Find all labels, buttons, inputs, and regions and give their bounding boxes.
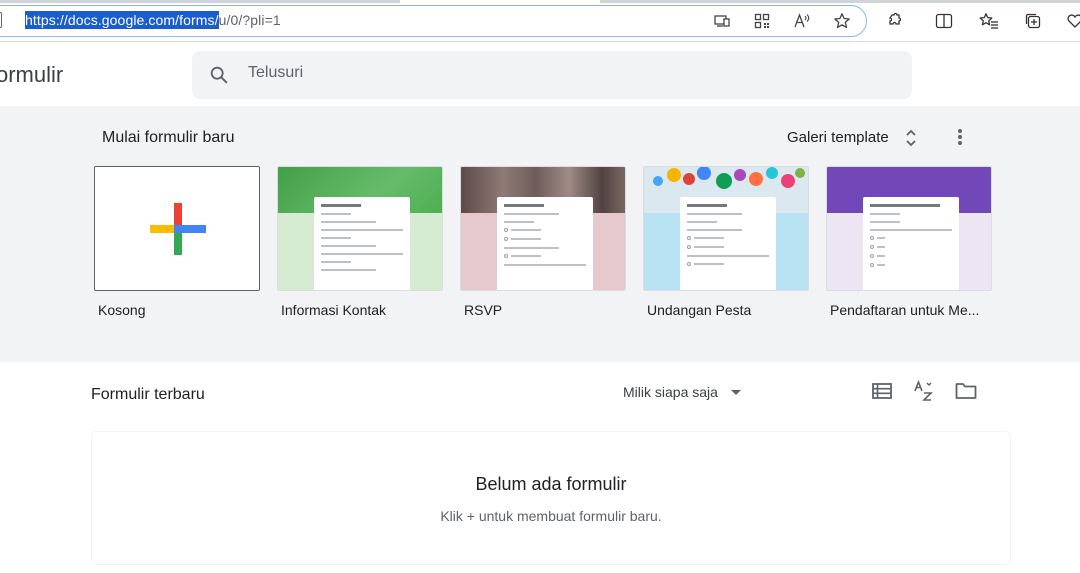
template-preview xyxy=(497,197,593,290)
search-input[interactable] xyxy=(248,64,848,82)
dropdown-arrow-icon[interactable] xyxy=(731,390,741,395)
recent-forms-title: Formulir terbaru xyxy=(91,386,205,403)
owner-filter-dropdown[interactable]: Milik siapa saja xyxy=(623,384,718,400)
template-label-contact-info[interactable]: Informasi Kontak xyxy=(281,302,386,318)
app-header: ormulir xyxy=(0,42,1080,106)
browser-toolbar: https://docs.google.com/forms/u/0/?pli=1 xyxy=(0,0,1080,42)
template-preview xyxy=(680,197,776,290)
empty-state-subtitle: Klik + untuk membuat formulir baru. xyxy=(440,508,662,524)
folder-icon[interactable] xyxy=(954,380,978,402)
search-bar[interactable] xyxy=(192,51,912,99)
template-card-event-registration[interactable] xyxy=(826,166,992,291)
favorites-icon[interactable] xyxy=(978,10,1000,32)
template-label-blank[interactable]: Kosong xyxy=(98,302,145,318)
template-gallery: Mulai formulir baru Galeri template Koso… xyxy=(0,106,1080,362)
template-card-blank[interactable] xyxy=(94,166,260,291)
google-plus-icon xyxy=(150,203,206,255)
template-preview xyxy=(314,197,410,290)
url-text[interactable]: https://docs.google.com/forms/u/0/?pli=1 xyxy=(25,11,281,29)
empty-state-title: Belum ada formulir xyxy=(475,474,627,494)
collections-icon[interactable] xyxy=(1022,10,1044,32)
template-label-party-invite[interactable]: Undangan Pesta xyxy=(647,302,751,318)
template-gallery-button[interactable]: Galeri template xyxy=(787,129,889,146)
split-screen-icon[interactable] xyxy=(933,10,955,32)
tab-strip-edge xyxy=(0,0,400,3)
extensions-icon[interactable] xyxy=(884,10,906,32)
url-remaining-part[interactable]: u/0/?pli=1 xyxy=(219,12,281,28)
qr-code-icon[interactable] xyxy=(751,10,773,32)
gallery-title: Mulai formulir baru xyxy=(102,129,235,146)
url-selected-part[interactable]: https://docs.google.com/forms/ xyxy=(25,11,219,29)
template-card-contact-info[interactable] xyxy=(277,166,443,291)
list-view-icon[interactable] xyxy=(870,380,894,402)
search-icon[interactable] xyxy=(208,64,230,86)
sort-az-icon[interactable] xyxy=(912,380,936,402)
tab-strip-edge-right xyxy=(600,0,1080,3)
more-options-icon[interactable] xyxy=(952,126,968,148)
app-available-icon[interactable] xyxy=(711,10,733,32)
read-aloud-icon[interactable] xyxy=(791,10,813,32)
favorite-star-icon[interactable] xyxy=(831,10,853,32)
unfold-more-icon[interactable] xyxy=(904,128,918,148)
template-card-rsvp[interactable] xyxy=(460,166,626,291)
empty-forms-panel: Belum ada formulir Klik + untuk membuat … xyxy=(92,432,1010,564)
template-label-event-registration[interactable]: Pendaftaran untuk Me... xyxy=(830,302,979,318)
app-title: ormulir xyxy=(0,62,64,87)
template-preview xyxy=(863,197,959,290)
template-label-rsvp[interactable]: RSVP xyxy=(464,302,502,318)
browser-essentials-icon[interactable] xyxy=(1064,10,1080,32)
site-info-icon[interactable] xyxy=(0,12,2,28)
template-card-party-invite[interactable] xyxy=(643,166,809,291)
